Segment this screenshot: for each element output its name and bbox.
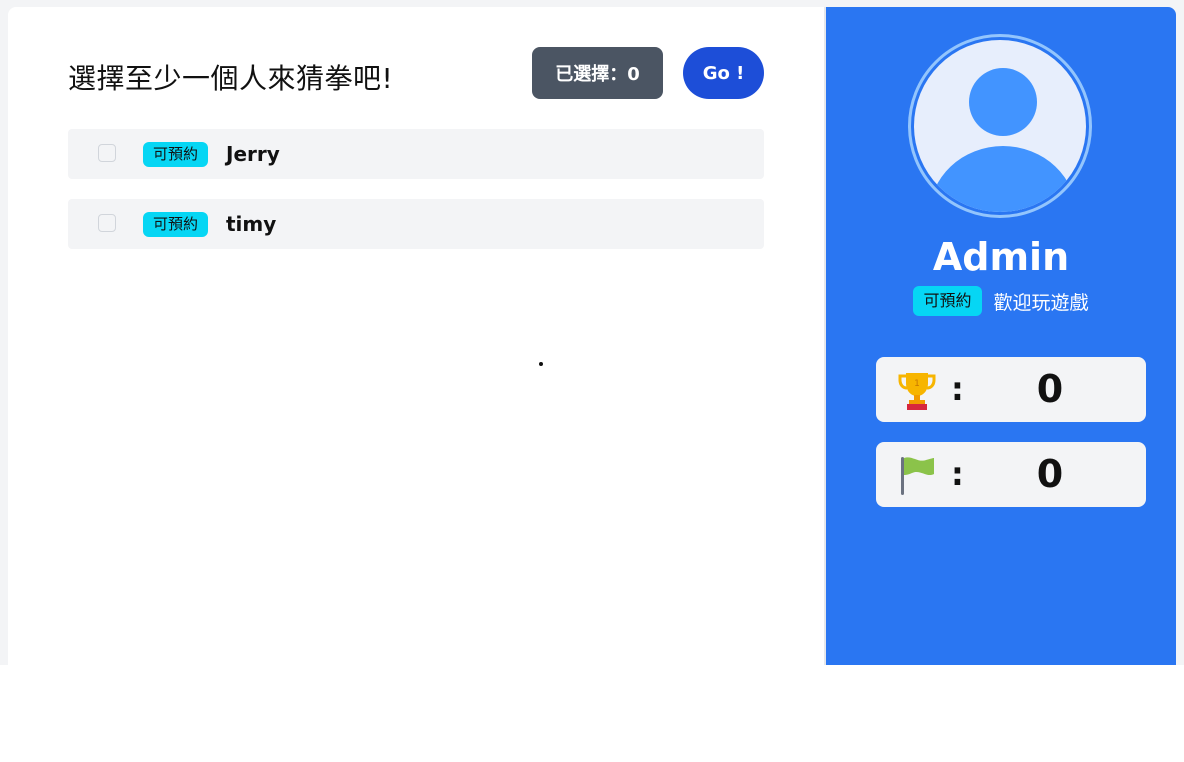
header: 選擇至少一個人來猜拳吧! 已選擇：0 Go ! bbox=[68, 47, 764, 99]
svg-text:1: 1 bbox=[914, 379, 920, 389]
user-name: Admin bbox=[932, 235, 1070, 279]
player-list: 可預約 Jerry 可預約 timy bbox=[68, 129, 764, 269]
player-checkbox[interactable] bbox=[98, 144, 116, 162]
page-title: 選擇至少一個人來猜拳吧! bbox=[68, 62, 394, 95]
player-row-jerry[interactable]: 可預約 Jerry bbox=[68, 129, 764, 179]
wins-count: 0 bbox=[1036, 367, 1064, 411]
player-name: Jerry bbox=[226, 142, 280, 166]
status-badge: 可預約 bbox=[143, 142, 209, 167]
player-checkbox[interactable] bbox=[98, 214, 116, 232]
status-badge: 可預約 bbox=[143, 212, 209, 237]
user-status-line: 可預約 歡迎玩遊戲 bbox=[826, 286, 1176, 316]
player-row-timy[interactable]: 可預約 timy bbox=[68, 199, 764, 249]
status-badge: 可預約 bbox=[913, 286, 982, 316]
losses-count: 0 bbox=[1036, 452, 1064, 496]
losses-separator: : bbox=[951, 455, 964, 493]
wins-separator: : bbox=[951, 370, 964, 408]
go-button[interactable]: Go ! bbox=[683, 47, 764, 99]
profile-sidebar: Admin 可預約 歡迎玩遊戲 1 : 0 : 0 bbox=[826, 7, 1176, 665]
user-avatar-icon bbox=[908, 34, 1092, 218]
player-name: timy bbox=[226, 212, 277, 236]
stray-dot bbox=[539, 362, 543, 366]
losses-stat-card: : 0 bbox=[876, 442, 1146, 507]
welcome-text: 歡迎玩遊戲 bbox=[993, 291, 1089, 314]
trophy-icon: 1 bbox=[898, 373, 936, 410]
selected-count-button[interactable]: 已選擇：0 bbox=[532, 47, 663, 99]
flag-icon bbox=[901, 457, 934, 495]
player-selection-panel bbox=[8, 7, 824, 665]
wins-stat-card: 1 : 0 bbox=[876, 357, 1146, 422]
